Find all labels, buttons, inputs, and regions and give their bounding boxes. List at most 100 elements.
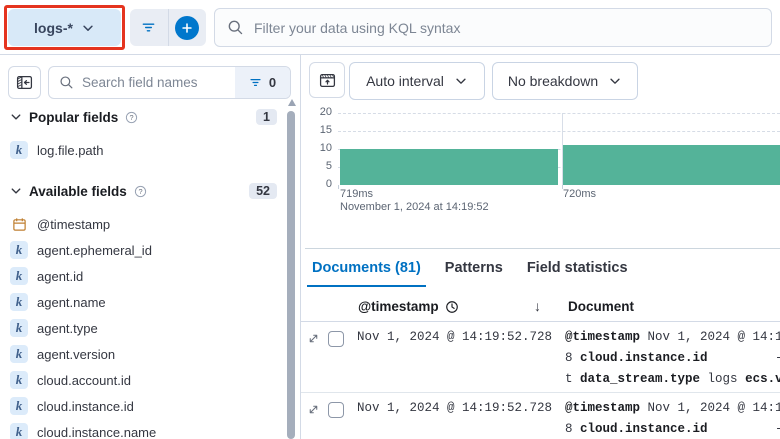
field-sections: Popular fields? 1 k log.file.path Available …: [0, 105, 285, 439]
keyword-type-icon: k: [10, 241, 28, 259]
section-label: Available fields: [29, 183, 127, 199]
document-column-header: Document: [568, 299, 635, 314]
timestamp-column-header[interactable]: @timestamp: [358, 299, 459, 314]
section-label: Popular fields: [29, 109, 119, 125]
sort-descending-icon[interactable]: ↓: [534, 298, 541, 314]
y-tick-label: 20: [319, 106, 332, 118]
sidebar-scrollbar[interactable]: [287, 111, 295, 439]
breakdown-dropdown[interactable]: No breakdown: [492, 62, 638, 100]
plus-circle-icon: [175, 15, 200, 40]
field-name: agent.type: [37, 320, 98, 336]
expand-row-icon: [309, 334, 318, 343]
keyword-type-icon: k: [10, 371, 28, 389]
field-item[interactable]: k agent.version: [0, 341, 285, 367]
kql-query-bar[interactable]: [214, 8, 772, 47]
tab-field-statistics[interactable]: Field statistics: [522, 260, 633, 287]
tab-documents-81-[interactable]: Documents (81): [307, 260, 426, 287]
keyword-type-icon: k: [10, 319, 28, 337]
y-tick-label: 10: [319, 142, 332, 154]
discover-app: logs-* Filter your data using KQL syntax…: [0, 0, 780, 439]
histogram-y-axis: 0 5 10 15 20: [301, 55, 332, 245]
field-name: @timestamp: [37, 216, 111, 232]
keyword-type-icon: k: [10, 267, 28, 285]
section-fields: k log.file.path: [0, 137, 285, 163]
data-view-label: logs-*: [34, 19, 73, 36]
search-icon: [228, 20, 243, 35]
result-tabs: Documents (81) Patterns Field statistics: [307, 260, 647, 287]
field-item[interactable]: k agent.name: [0, 289, 285, 315]
field-item[interactable]: @timestamp: [0, 211, 285, 237]
field-item[interactable]: k log.file.path: [0, 137, 285, 163]
field-filter-toggle[interactable]: 0: [235, 67, 290, 98]
panel-divider: [305, 248, 780, 249]
help-icon[interactable]: ?: [134, 185, 147, 198]
chevron-down-icon: [11, 114, 21, 120]
field-item[interactable]: k cloud.instance.id: [0, 393, 285, 419]
document-summary-line: 8 cloud.instance.id -: [565, 351, 780, 365]
row-timestamp: Nov 1, 2024 @ 14:19:52.728: [357, 330, 553, 344]
gridline: [338, 131, 780, 132]
y-tick-label: 5: [325, 160, 332, 172]
histogram-plot: [338, 113, 780, 189]
add-filter-button[interactable]: [167, 9, 207, 46]
kql-query-input[interactable]: [254, 19, 759, 36]
svg-text:?: ?: [138, 186, 142, 195]
field-name: agent.ephemeral_id: [37, 242, 152, 258]
table-row: Nov 1, 2024 @ 14:19:52.728 @timestamp Nov…: [301, 393, 780, 439]
auto-interval-dropdown[interactable]: Auto interval: [349, 62, 485, 100]
histogram-x-axis: 719ms 720ms November 1, 2024 at 14:19:52: [338, 188, 780, 220]
select-row-checkbox[interactable]: [328, 402, 344, 418]
document-summary-line: @timestamp Nov 1, 2024 @ 14:1: [565, 401, 780, 415]
field-item[interactable]: k agent.id: [0, 263, 285, 289]
field-name: agent.name: [37, 294, 106, 310]
field-item[interactable]: k cloud.account.id: [0, 367, 285, 393]
field-item[interactable]: k agent.type: [0, 315, 285, 341]
filter-button-group: [130, 9, 206, 46]
document-summary-line: 8 cloud.instance.id -: [565, 422, 780, 436]
clock-icon: [445, 300, 458, 313]
collapse-sidebar-button[interactable]: [8, 66, 41, 99]
histogram-bar[interactable]: [340, 149, 558, 185]
help-icon[interactable]: ?: [125, 111, 138, 124]
expand-row-icon: [309, 405, 318, 414]
fields-sidebar: 0 Popular fields? 1 k log.file.path Availabl…: [0, 55, 301, 439]
collapse-panel-icon: [16, 76, 33, 89]
chevron-down-icon: [610, 78, 620, 84]
field-filter-count: 0: [268, 75, 277, 90]
document-cell[interactable]: @timestamp Nov 1, 2024 @ 14:1 8 cloud.ins…: [565, 398, 780, 439]
breakdown-label: No breakdown: [507, 73, 599, 89]
x-axis-date-label: November 1, 2024 at 14:19:52: [340, 201, 489, 213]
field-name: cloud.instance.id: [37, 398, 134, 414]
tab-patterns[interactable]: Patterns: [440, 260, 508, 287]
select-row-checkbox[interactable]: [328, 331, 344, 347]
histogram-bar[interactable]: [563, 145, 780, 185]
chevron-down-icon: [83, 25, 93, 31]
data-view-picker-button[interactable]: logs-*: [8, 9, 121, 46]
scrollbar-up-arrow[interactable]: [288, 99, 296, 106]
keyword-type-icon: k: [10, 141, 28, 159]
keyword-type-icon: k: [10, 423, 28, 439]
field-name: agent.version: [37, 346, 116, 362]
timestamp-header-label: @timestamp: [358, 299, 439, 314]
field-search-box: 0: [48, 66, 291, 99]
expand-document-button[interactable]: [307, 332, 320, 350]
field-item[interactable]: k agent.ephemeral_id: [0, 237, 285, 263]
section-header-available-fields[interactable]: Available fields? 52: [0, 179, 285, 203]
documents-table-header: @timestamp ↓ Document: [301, 295, 780, 322]
section-header-popular-fields[interactable]: Popular fields? 1: [0, 105, 285, 129]
date-type-icon: [10, 217, 28, 232]
field-item[interactable]: k cloud.instance.name: [0, 419, 285, 439]
keyword-type-icon: k: [10, 293, 28, 311]
field-name: log.file.path: [37, 142, 104, 158]
chevron-down-icon: [456, 78, 466, 84]
filter-icon: [250, 79, 261, 86]
keyword-type-icon: k: [10, 397, 28, 415]
y-tick-label: 0: [325, 178, 332, 190]
expand-document-button[interactable]: [307, 403, 320, 421]
saved-filters-button[interactable]: [130, 9, 168, 46]
field-search-input[interactable]: [82, 75, 225, 90]
x-tick-label: 719ms: [340, 188, 374, 200]
field-name: cloud.instance.name: [37, 424, 157, 439]
documents-table-body: Nov 1, 2024 @ 14:19:52.728 @timestamp Nov…: [301, 322, 780, 439]
document-cell[interactable]: @timestamp Nov 1, 2024 @ 14:1 8 cloud.ins…: [565, 327, 780, 390]
